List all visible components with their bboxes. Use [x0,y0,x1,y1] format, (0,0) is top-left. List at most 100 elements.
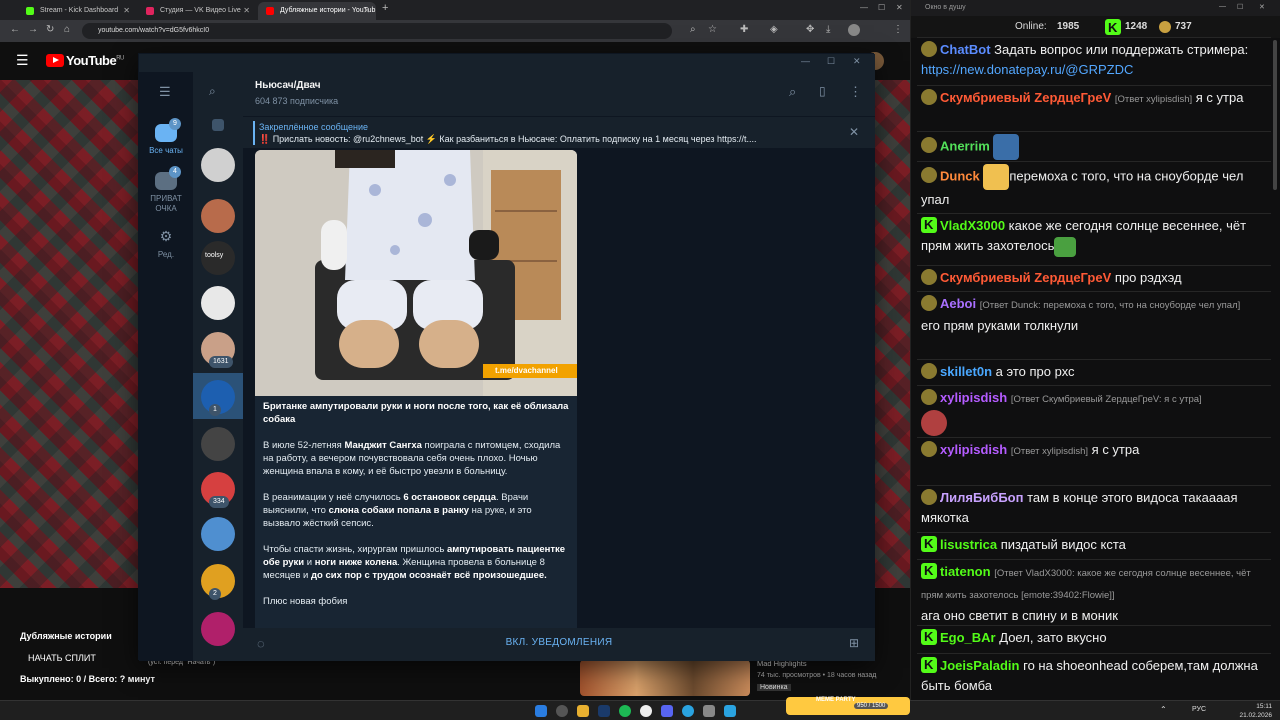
message-divider [917,131,1271,132]
tg-close-icon[interactable]: ✕ [853,56,861,67]
search-icon[interactable]: ⌕ [789,84,796,100]
close-tab-icon[interactable]: ✕ [123,2,130,20]
extensions-puzzle-icon[interactable]: ✥ [806,24,814,35]
chat-scrollbar[interactable] [1273,40,1277,190]
chat-username[interactable]: JoeisPaladin [940,658,1019,673]
tg-minimize-icon[interactable]: — [801,56,810,66]
explorer-icon[interactable] [577,705,589,717]
chat-username[interactable]: Anerrim [940,138,990,153]
chat-close-icon[interactable]: ✕ [1259,3,1265,11]
tab-youtube[interactable]: Дубляжные истории - YouTub ✕ [258,2,376,20]
close-tab-icon[interactable]: ✕ [363,2,370,20]
donate-link[interactable]: https://new.donatepay.ru/@GRPZDC [921,62,1133,77]
folder-label: Ред. [157,250,175,259]
app-icon[interactable] [724,705,736,717]
start-icon[interactable] [535,705,547,717]
app-icon[interactable] [703,705,715,717]
chat-username[interactable]: ChatBot [940,42,991,57]
discord-icon[interactable] [661,705,673,717]
back-icon[interactable]: ← [10,24,20,35]
hamburger-menu-icon[interactable]: ☰ [16,52,29,69]
chat-username[interactable]: xylipisdish [940,442,1007,457]
tray-chevron-icon[interactable]: ⌃ [1160,705,1167,714]
browser-menu-icon[interactable]: ⋮ [893,24,903,35]
home-icon[interactable]: ⌂ [64,24,70,35]
url-field[interactable]: youtube.com/watch?v=dG5fv6hkcI0 [82,23,672,39]
tab-vk-studio[interactable]: Студия — VK Видео Live ✕ [138,2,256,20]
chat-avatar[interactable] [201,427,235,461]
chat-minimize-icon[interactable]: — [1219,3,1226,10]
forward-icon[interactable]: → [28,24,38,35]
chat-username[interactable]: xylipisdish [940,390,1007,405]
close-window-icon[interactable]: ✕ [896,3,903,12]
chat-username[interactable]: ЛиляБибБоп [940,490,1023,505]
folder-edit[interactable]: ⚙ Ред. [139,228,193,259]
chat-username[interactable]: Ego_BAr [940,630,996,645]
keyboard-language[interactable]: РУС [1192,706,1206,713]
reply-reference[interactable]: [Ответ xylipisdish] [1115,94,1192,105]
menu-icon[interactable]: ☰ [159,84,171,100]
youtube-favicon-icon [266,7,274,15]
close-tab-icon[interactable]: ✕ [243,2,250,20]
profile-avatar[interactable] [848,24,860,36]
search-taskbar-icon[interactable] [556,705,568,717]
chat-avatar[interactable] [201,148,235,182]
reload-icon[interactable]: ↻ [46,24,54,35]
download-icon[interactable]: ⤓ [826,24,830,35]
chat-avatar[interactable] [201,199,235,233]
extension-icon[interactable]: ◈ [770,24,778,35]
recommended-thumbnail[interactable] [580,660,750,696]
tab-kick-dashboard[interactable]: Stream - Kick Dashboard ✕ [18,2,136,20]
chat-maximize-icon[interactable]: ☐ [1237,3,1243,11]
chat-username[interactable]: tiatenon [940,564,991,579]
folder-private[interactable]: ПРИВАТ ОЧКА 4 [139,166,193,214]
stream-chat-panel: Окно в душу — ☐ ✕ Online: 1985 1248 737 … [910,0,1280,700]
obs-icon[interactable] [640,705,652,717]
steam-icon[interactable] [598,705,610,717]
pinned-message-bar[interactable]: Закреплённое сообщение ‼️ Прислать новос… [243,116,875,148]
user-badge-icon [921,363,937,379]
chat-username[interactable]: Скумбриевый ZердцеГреV [940,270,1111,285]
telegram-taskbar-icon[interactable] [682,705,694,717]
bookmark-star-icon[interactable]: ☆ [708,24,717,35]
sidebar-toggle-icon[interactable]: ▯ [819,84,826,98]
reply-reference[interactable]: [Ответ Скумбриевый ZердцеГреV: я с утра] [1011,394,1202,405]
start-split-button[interactable]: НАЧАТЬ СПЛИТ [28,653,96,663]
new-tab-button[interactable]: + [382,2,388,14]
archive-icon[interactable] [212,119,224,131]
extension-icon[interactable]: ✚ [740,24,748,35]
chat-username[interactable]: skillet0n [940,364,992,379]
comment-icon[interactable]: ◌ [257,636,265,651]
user-badge-icon [921,489,937,505]
folder-all-chats[interactable]: Все чаты 9 [139,118,193,155]
kick-badge-icon [921,215,937,235]
chat-avatar[interactable] [201,517,235,551]
channel-name[interactable]: Ньюсач/Двач [255,80,321,91]
chat-avatar[interactable] [201,286,235,320]
spotify-icon[interactable] [619,705,631,717]
chat-username[interactable]: VladX3000 [940,218,1005,233]
lens-icon[interactable]: ⌕ [690,24,696,35]
reply-reference[interactable]: [Ответ Dunck: перемоха с того, что на сн… [980,300,1241,311]
youtube-logo-icon[interactable] [46,54,64,67]
chat-avatar[interactable]: toolsy [201,241,235,275]
minimize-icon[interactable]: — [860,3,868,12]
search-icon[interactable]: ⌕ [209,84,216,99]
post-photo[interactable]: t.me/dvachannel [255,150,577,396]
watermark-link[interactable]: t.me/dvachannel [495,366,558,375]
close-pinned-icon[interactable]: ✕ [849,125,859,139]
maximize-icon[interactable]: ☐ [878,3,885,12]
gift-icon[interactable]: ⊞ [849,636,859,650]
chat-username[interactable]: lisustrica [940,537,997,552]
enable-notifications-button[interactable]: ВКЛ. УВЕДОМЛЕНИЯ [443,637,675,648]
reply-reference[interactable]: [Ответ xylipisdish] [1011,446,1088,457]
youtube-logo-text[interactable]: YouTubeRU [66,53,124,68]
chat-avatar[interactable] [201,612,235,646]
more-options-icon[interactable]: ⋮ [849,84,862,100]
chat-username[interactable]: Dunck [940,168,980,183]
system-clock[interactable]: 15:11 21.02.2026 [1239,702,1272,720]
tg-maximize-icon[interactable]: ☐ [827,56,835,67]
chat-username[interactable]: Aeboi [940,296,976,311]
chat-username[interactable]: Скумбриевый ZердцеГреV [940,90,1111,105]
meme-party-widget[interactable]: MEME PARTY 950 / 1500 [786,697,910,715]
